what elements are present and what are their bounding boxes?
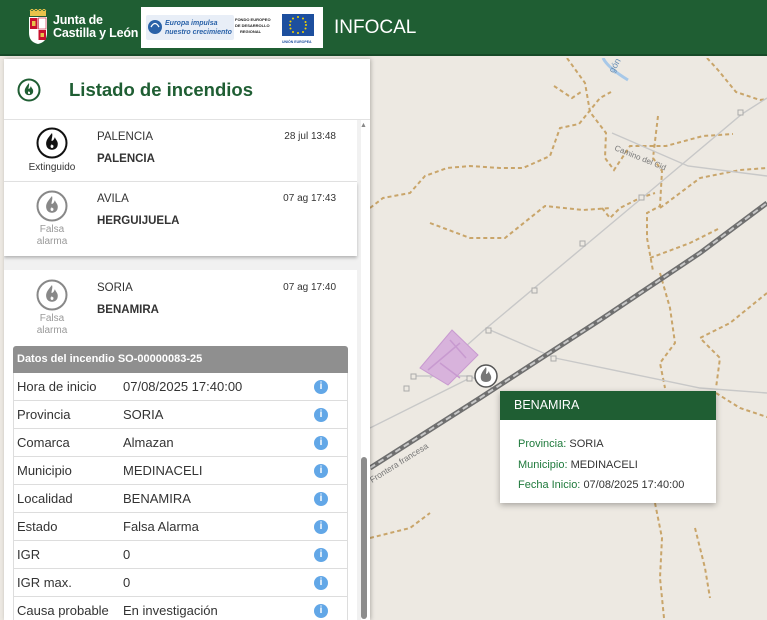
info-icon[interactable]: i [314, 548, 328, 562]
status-line-2: alarma [36, 235, 68, 247]
details-row: Localidad BENAMIRA i [13, 485, 348, 513]
info-icon[interactable]: i [314, 576, 328, 590]
roads [369, 97, 767, 429]
popup-fecha: Fecha Inicio: 07/08/2025 17:40:00 [518, 475, 716, 496]
popup-fecha-value: 07/08/2025 17:40:00 [583, 479, 685, 491]
status-line-2: alarma [36, 324, 68, 336]
feder-banner: Europa impulsa nuestro crecimiento FONDO… [141, 7, 323, 48]
details-row: Provincia SORIA i [13, 401, 348, 429]
popup-municipio: Municipio: MEDINACELI [518, 455, 716, 476]
details-row: Estado Falsa Alarma i [13, 513, 348, 541]
status-label: Extinguido [28, 162, 76, 173]
feder-text-1: Europa impulsa [165, 20, 218, 27]
scrollbar-thumb[interactable] [361, 457, 367, 619]
row-value: MEDINACELI [123, 463, 203, 478]
row-value: 07/08/2025 17:40:00 [123, 379, 243, 394]
info-icon[interactable]: i [314, 408, 328, 422]
fires-panel: Listado de incendios Extinguido PALENCIA… [4, 59, 370, 620]
row-value: BENAMIRA [123, 491, 191, 506]
logo-line-2: Castilla y León [53, 26, 139, 40]
row-label: Municipio [17, 463, 72, 478]
junta-logo-text: Junta de Castilla y León [53, 14, 138, 40]
row-label: Provincia [17, 407, 71, 422]
status-line-1: Falsa [39, 313, 65, 324]
details-row: IGR max. 0 i [13, 569, 348, 597]
fire-card[interactable]: Falsa alarma AVILA HERGUIJUELA 07 ag 17:… [4, 182, 357, 256]
status-line-1: Falsa [39, 224, 65, 235]
fire-location: BENAMIRA [97, 304, 159, 316]
row-label: Hora de inicio [17, 379, 97, 394]
map-fire-marker[interactable] [474, 364, 498, 388]
river-label: gón [607, 58, 623, 74]
feder-logo-icon: Europa impulsa nuestro crecimiento FONDO… [146, 14, 314, 44]
row-value: 0 [123, 575, 131, 590]
info-icon[interactable]: i [314, 604, 328, 618]
fire-province: PALENCIA [97, 131, 154, 143]
row-label: Causa probable [17, 603, 109, 618]
row-value: En investigación [123, 603, 218, 618]
app-title: INFOCAL [334, 17, 417, 38]
row-value: SORIA [123, 407, 164, 422]
feder-text-2: nuestro crecimiento [165, 29, 233, 36]
popup-fecha-key: Fecha Inicio: [518, 479, 581, 491]
popup-provincia: Provincia: SORIA [518, 434, 716, 455]
status-label: Falsa alarma [22, 224, 82, 247]
details-row: Municipio MEDINACELI i [13, 457, 348, 485]
fire-location: PALENCIA [97, 153, 155, 165]
popup-body: Provincia: SORIA Municipio: MEDINACELI F… [500, 420, 716, 496]
fire-icon [36, 127, 68, 159]
app-header: Junta de Castilla y León Europa impulsa … [0, 0, 767, 56]
details-row: Causa probable En investigación i [13, 597, 348, 620]
details-title: Datos del incendio SO-00000083-25 [13, 346, 348, 373]
fire-details: Datos del incendio SO-00000083-25 Hora d… [13, 346, 348, 620]
fire-date: 07 ag 17:40 [283, 282, 336, 293]
fire-card[interactable]: Extinguido PALENCIA PALENCIA 28 jul 13:4… [4, 120, 357, 182]
row-label: Comarca [17, 435, 70, 450]
row-value: 0 [123, 547, 131, 562]
status-label: Falsa alarma [22, 313, 82, 336]
fire-date: 28 jul 13:48 [284, 131, 336, 142]
popup-provincia-value: SORIA [569, 438, 604, 450]
row-value: Falsa Alarma [123, 519, 199, 534]
info-icon[interactable]: i [314, 492, 328, 506]
feder-eu: UNIÓN EUROPEA [282, 39, 312, 44]
info-icon[interactable]: i [314, 464, 328, 478]
popup-title: BENAMIRA [500, 391, 716, 420]
fire-date: 07 ag 17:43 [283, 193, 336, 204]
junta-logo[interactable]: Junta de Castilla y León [27, 9, 138, 45]
fire-icon [36, 190, 68, 222]
fire-province: SORIA [97, 282, 133, 294]
fire-icon [36, 279, 68, 311]
coat-of-arms-icon [29, 9, 47, 44]
popup-municipio-value: MEDINACELI [570, 458, 638, 471]
details-row: IGR 0 i [13, 541, 348, 569]
info-icon[interactable]: i [314, 520, 328, 534]
details-row: Hora de inicio 07/08/2025 17:40:00 i [13, 373, 348, 401]
panel-header: Listado de incendios [4, 59, 370, 120]
map-popup[interactable]: BENAMIRA Provincia: SORIA Municipio: MED… [500, 391, 716, 503]
details-row: Comarca Almazan i [13, 429, 348, 457]
fire-location: HERGUIJUELA [97, 215, 180, 227]
row-value: Almazan [123, 435, 174, 450]
fire-header-icon [17, 78, 41, 102]
feder-fund-1: FONDO EUROPEO [235, 17, 271, 22]
popup-municipio-key: Municipio: [518, 458, 568, 471]
feder-fund-2: DE DESARROLLO [235, 23, 270, 28]
panel-title: Listado de incendios [69, 79, 253, 100]
info-icon[interactable]: i [314, 380, 328, 394]
info-icon[interactable]: i [314, 436, 328, 450]
popup-provincia-key: Provincia: [518, 438, 567, 450]
row-label: Estado [17, 519, 58, 534]
feder-fund-3: REGIONAL [240, 29, 262, 34]
row-label: Localidad [17, 491, 73, 506]
row-label: IGR [17, 547, 41, 562]
row-label: IGR max. [17, 575, 72, 590]
scroll-up-arrow[interactable]: ▲ [360, 122, 367, 129]
fire-province: AVILA [97, 193, 129, 205]
